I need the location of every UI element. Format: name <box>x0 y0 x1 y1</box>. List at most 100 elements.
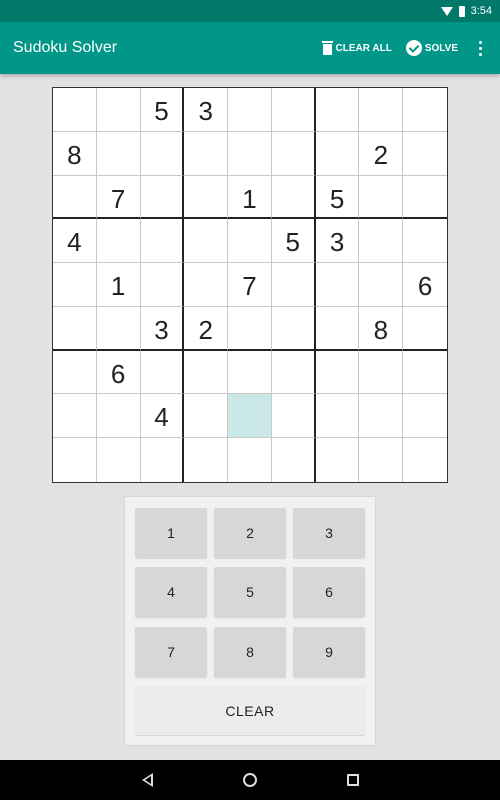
sudoku-cell[interactable] <box>96 131 141 176</box>
solve-button[interactable]: SOLVE <box>405 40 458 56</box>
sudoku-cell[interactable] <box>53 88 97 132</box>
sudoku-cell[interactable] <box>403 88 447 132</box>
sudoku-cell[interactable] <box>228 350 272 395</box>
sudoku-cell[interactable]: 3 <box>184 88 229 132</box>
sudoku-cell[interactable] <box>53 306 97 351</box>
sudoku-cell[interactable] <box>140 131 185 176</box>
key-9-button[interactable]: 9 <box>293 627 365 677</box>
sudoku-cell[interactable]: 1 <box>228 175 272 220</box>
sudoku-cell[interactable] <box>271 350 316 395</box>
sudoku-cell[interactable] <box>53 263 97 307</box>
check-circle-icon <box>405 40 422 56</box>
solve-label: SOLVE <box>424 42 458 54</box>
key-3-button[interactable]: 3 <box>293 508 365 558</box>
back-icon[interactable] <box>141 773 153 787</box>
sudoku-cell[interactable] <box>96 219 141 264</box>
sudoku-cell[interactable] <box>271 88 316 132</box>
sudoku-cell[interactable] <box>359 394 404 439</box>
sudoku-cell[interactable] <box>184 438 229 482</box>
sudoku-cell[interactable] <box>97 438 141 482</box>
sudoku-cell[interactable] <box>140 175 185 220</box>
sudoku-cell[interactable] <box>271 394 316 439</box>
sudoku-cell[interactable] <box>271 131 316 176</box>
recents-icon[interactable] <box>346 774 359 786</box>
sudoku-cell[interactable]: 7 <box>96 175 141 220</box>
sudoku-cell[interactable] <box>228 88 272 132</box>
sudoku-cell[interactable]: 4 <box>53 219 97 264</box>
key-6-button[interactable]: 6 <box>293 567 365 617</box>
sudoku-cell[interactable] <box>403 132 447 176</box>
sudoku-cell[interactable]: 6 <box>403 263 447 307</box>
key-8-button[interactable]: 8 <box>214 627 286 677</box>
sudoku-cell[interactable]: 8 <box>53 131 97 176</box>
sudoku-cell[interactable]: 5 <box>140 88 185 132</box>
sudoku-cell[interactable] <box>53 394 97 439</box>
sudoku-cell[interactable]: 3 <box>140 306 185 351</box>
sudoku-cell[interactable] <box>96 394 141 439</box>
sudoku-cell[interactable] <box>403 307 447 351</box>
clear-cell-button[interactable]: CLEAR <box>135 686 365 735</box>
sudoku-cell[interactable]: 3 <box>315 219 360 264</box>
sudoku-cell[interactable] <box>315 350 360 395</box>
sudoku-cell[interactable] <box>96 306 141 351</box>
sudoku-cell[interactable] <box>184 219 229 264</box>
sudoku-cell[interactable]: 4 <box>140 394 185 439</box>
sudoku-cell[interactable] <box>403 176 447 220</box>
sudoku-cell[interactable] <box>271 175 316 220</box>
sudoku-cell[interactable] <box>271 306 316 351</box>
sudoku-cell[interactable]: 2 <box>359 131 404 176</box>
sudoku-cell[interactable] <box>315 263 360 307</box>
sudoku-cell[interactable] <box>140 219 185 264</box>
key-1-button[interactable]: 1 <box>135 508 207 558</box>
sudoku-cell[interactable] <box>184 350 229 395</box>
sudoku-cell[interactable] <box>141 438 185 482</box>
sudoku-cell[interactable] <box>96 88 141 132</box>
sudoku-cell[interactable]: 1 <box>96 263 141 307</box>
key-5-button[interactable]: 5 <box>214 567 286 617</box>
sudoku-cell[interactable]: 6 <box>96 350 141 395</box>
sudoku-cell[interactable] <box>359 438 404 482</box>
sudoku-cell[interactable] <box>316 438 360 482</box>
sudoku-cell[interactable] <box>228 131 272 176</box>
sudoku-cell[interactable] <box>315 306 360 351</box>
sudoku-cell[interactable]: 8 <box>359 306 404 351</box>
sudoku-cell[interactable] <box>403 351 447 395</box>
key-4-button[interactable]: 4 <box>135 567 207 617</box>
key-2-button[interactable]: 2 <box>214 508 286 558</box>
sudoku-cell[interactable] <box>53 175 97 220</box>
selected-cell[interactable] <box>228 394 272 439</box>
sudoku-cell[interactable] <box>359 219 404 264</box>
sudoku-cell[interactable] <box>184 131 229 176</box>
sudoku-cell[interactable] <box>403 394 447 439</box>
sudoku-cell[interactable]: 5 <box>315 175 360 220</box>
sudoku-cell[interactable]: 5 <box>271 219 316 264</box>
sudoku-cell[interactable] <box>184 394 229 439</box>
sudoku-cell[interactable] <box>53 350 97 395</box>
sudoku-cell[interactable]: 2 <box>184 306 229 351</box>
sudoku-cell[interactable]: 7 <box>228 263 272 307</box>
key-7-button[interactable]: 7 <box>135 627 207 677</box>
sudoku-cell[interactable] <box>184 175 229 220</box>
sudoku-cell[interactable] <box>359 88 404 132</box>
sudoku-cell[interactable] <box>140 263 185 307</box>
sudoku-cell[interactable] <box>228 306 272 351</box>
sudoku-cell[interactable] <box>315 131 360 176</box>
home-icon[interactable] <box>242 773 257 787</box>
sudoku-cell[interactable] <box>140 350 185 395</box>
sudoku-cell[interactable] <box>272 438 316 482</box>
sudoku-cell[interactable] <box>228 219 272 264</box>
wifi-icon <box>440 6 453 16</box>
sudoku-cell[interactable] <box>184 263 229 307</box>
clear-all-button[interactable]: CLEAR ALL <box>321 41 392 55</box>
sudoku-cell[interactable] <box>271 263 316 307</box>
sudoku-cell[interactable] <box>359 263 404 307</box>
sudoku-cell[interactable] <box>359 175 404 220</box>
more-vert-icon[interactable] <box>472 40 488 56</box>
sudoku-cell[interactable] <box>315 394 360 439</box>
sudoku-cell[interactable] <box>403 438 447 482</box>
sudoku-cell[interactable] <box>228 438 272 482</box>
sudoku-cell[interactable] <box>53 438 97 482</box>
sudoku-cell[interactable] <box>315 88 360 132</box>
sudoku-cell[interactable] <box>403 219 447 264</box>
sudoku-cell[interactable] <box>359 350 404 395</box>
